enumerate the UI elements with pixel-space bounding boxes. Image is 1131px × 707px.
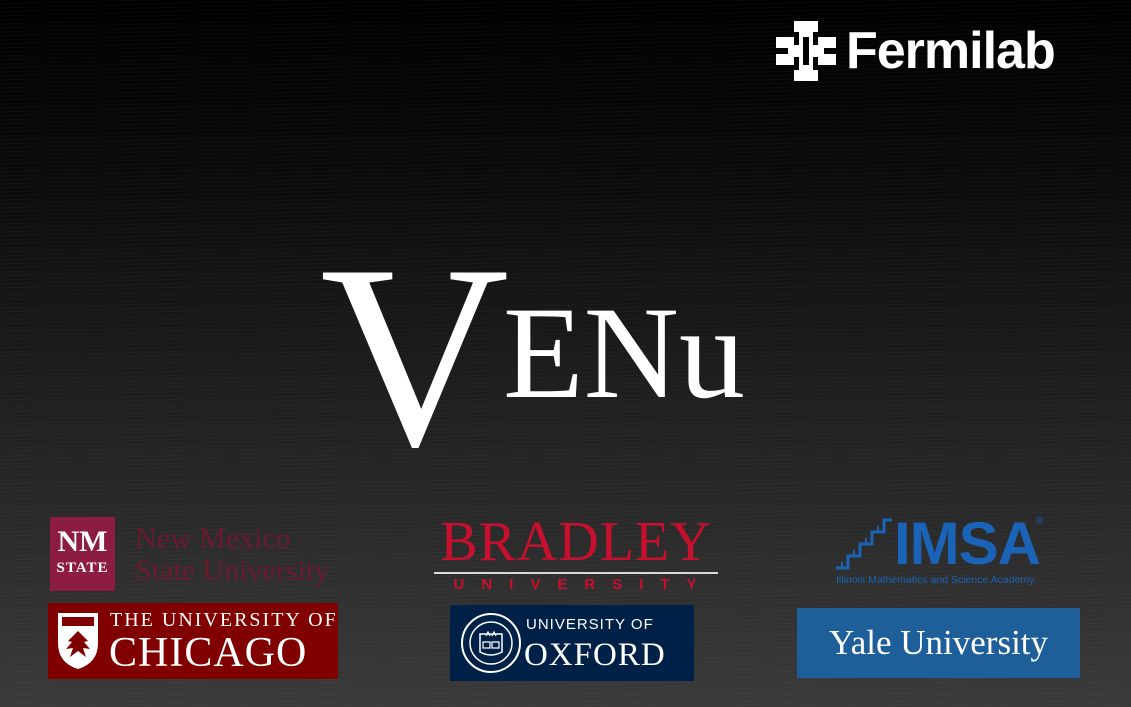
imsa-registered-mark: ® [1036,516,1044,527]
imsa-steps-icon [836,518,892,570]
nmsu-line1: New Mexico [135,522,291,555]
venu-title: V ENu [320,225,780,487]
fermilab-logo-icon [776,21,836,81]
yale-name: Yale University [828,623,1049,662]
oxford-line1: UNIVERSITY OF [526,616,654,633]
imsa-logo: IMSA ® Illinois Mathematics and Science … [834,514,1054,590]
imsa-name: IMSA [894,510,1041,577]
uchicago-line2: CHICAGO [109,630,308,676]
nmsu-logo: NM STATE New Mexico State University [50,517,370,593]
title-initial: V [320,211,510,501]
uchicago-line1: THE UNIVERSITY OF [110,609,338,631]
oxford-seal-icon [461,613,521,673]
bradley-name: BRADLEY [440,511,712,573]
fermilab-wordmark: Fermilab [846,22,1056,80]
nmsu-box: NM STATE [50,517,115,591]
nmsu-name: New Mexico State University [135,523,329,587]
oxford-logo: UNIVERSITY OF OXFORD [450,605,694,681]
nmsu-line2: State University [135,554,330,587]
bradley-university: UNIVERSITY [453,576,714,593]
phoenix-shield-icon [58,613,98,669]
uchicago-logo: THE UNIVERSITY OF CHICAGO [48,603,338,679]
fermilab-logo: Fermilab [776,20,1114,82]
oxford-line2: OXFORD [524,637,666,673]
imsa-full-name: Illinois Mathematics and Science Academy [836,574,1035,586]
nmsu-box-top: NM [57,525,108,558]
nmsu-box-bottom: STATE [56,560,109,576]
title-rest: ENu [503,279,745,426]
bradley-logo: BRADLEY UNIVERSITY [430,511,722,595]
yale-logo: Yale University [797,608,1080,678]
